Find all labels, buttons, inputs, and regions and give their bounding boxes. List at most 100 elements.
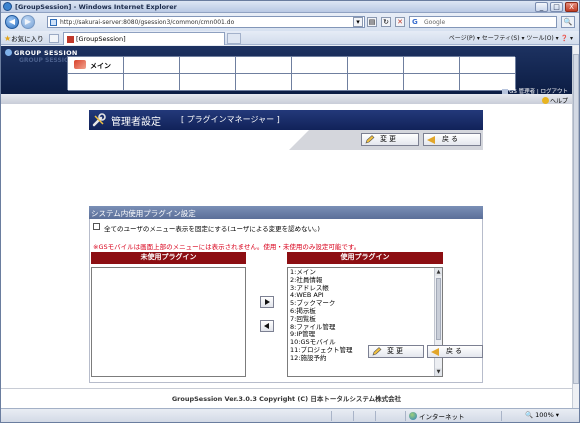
address-toolbar: ◀ ▶ http://sakurai-server:8080/gsession3…	[1, 13, 579, 31]
window-title-bar: [GroupSession] - Windows Internet Explor…	[1, 1, 579, 13]
title-tab-shape	[89, 130, 289, 150]
copyright: GroupSession Ver.3.0.3 Copyright (C) 日本ト…	[171, 395, 402, 403]
close-window-button[interactable]: X	[565, 2, 578, 12]
command-bar[interactable]: ページ(P) ▾ セーフティ(S) ▾ ツール(O) ▾ ❓ ▾	[449, 33, 573, 42]
security-zone-label: インターネット	[419, 413, 465, 421]
pencil-icon	[365, 135, 375, 144]
menu-cell	[236, 74, 292, 91]
top-button-bar: 変更 戻る	[89, 130, 483, 150]
search-input[interactable]: G Google	[409, 16, 557, 28]
zoom-control[interactable]: 🔍 100% ▾	[525, 411, 559, 419]
stop-icon[interactable]: ✕	[395, 17, 405, 27]
change-button-label: 変更	[380, 135, 398, 143]
forward-button[interactable]: ▶	[21, 15, 35, 29]
page-subtitle: [ プラグインマネージャー ]	[181, 115, 280, 124]
favorites-label: お気に入り	[11, 35, 44, 43]
tab-title: [GroupSession]	[76, 35, 126, 43]
favorites-button[interactable]: ★お気に入り	[4, 33, 44, 43]
status-divider	[375, 411, 376, 421]
section-header: システム内使用プラグイン設定	[89, 206, 483, 219]
status-divider	[501, 411, 502, 421]
unused-plugins-list[interactable]	[91, 267, 246, 377]
search-placeholder: Google	[424, 19, 446, 26]
tab-favicon	[67, 36, 74, 43]
menu-cell	[68, 74, 124, 91]
plugin-settings-body: 全てのユーザのメニュー表示を固定にする(ユーザによる変更を認めない。) ※GSモ…	[89, 219, 483, 383]
back-button-top[interactable]: 戻る	[423, 133, 481, 146]
search-button[interactable]: 🔍	[561, 16, 575, 28]
status-bar: インターネット 🔍 100% ▾	[1, 408, 579, 422]
used-list-scrollbar[interactable]: ▲ ▼	[434, 268, 442, 376]
browser-window: [GroupSession] - Windows Internet Explor…	[0, 0, 580, 423]
arrow-left-icon	[264, 323, 269, 329]
menu-cell	[180, 57, 236, 74]
internet-explorer-icon	[3, 2, 12, 11]
menu-cell	[292, 57, 348, 74]
page-title-panel: 管理者設定 [ プラグインマネージャー ]	[89, 110, 483, 130]
used-plugins-list[interactable]: 1:メイン 2:社員情報 3:アドレス帳 4:WEB API 5:ブックマーク 6:掲示板…	[287, 267, 443, 377]
address-dropdown-icon[interactable]: ▾	[353, 17, 363, 27]
tab-list-icon[interactable]	[49, 34, 59, 43]
scroll-thumb[interactable]	[436, 278, 441, 340]
arrow-right-icon	[265, 299, 270, 305]
help-link[interactable]: ヘルプ	[541, 96, 568, 105]
back-button-label: 戻る	[442, 135, 460, 143]
scroll-up-icon[interactable]: ▲	[435, 268, 442, 276]
refresh-icon[interactable]: ↻	[381, 17, 391, 27]
back-button-bottom[interactable]: 戻る	[427, 345, 483, 358]
main-menu-icon	[74, 60, 86, 69]
address-url: http://sakurai-server:8080/gsession3/com…	[60, 19, 235, 26]
back-arrow-icon	[427, 136, 435, 144]
google-icon: G	[412, 18, 421, 27]
change-button-label: 変更	[387, 347, 405, 355]
back-button-label: 戻る	[446, 347, 464, 355]
gs-header: GROUP SESSION GROUP SESSION メイン GS 管理者 |…	[1, 46, 572, 95]
page-viewport: GROUP SESSION GROUP SESSION メイン GS 管理者 |…	[1, 46, 572, 408]
status-divider	[405, 411, 406, 421]
help-label: ヘルプ	[549, 98, 568, 105]
gs-subbar	[1, 94, 572, 104]
window-title: [GroupSession] - Windows Internet Explor…	[15, 3, 177, 11]
menu-cell	[180, 74, 236, 91]
menu-cell	[292, 74, 348, 91]
unused-plugin-items	[92, 268, 245, 270]
logo-icon	[5, 49, 12, 56]
page-scrollbar[interactable]	[572, 46, 579, 408]
menu-cell	[124, 57, 180, 74]
menu-item-main[interactable]: メイン	[68, 57, 124, 74]
back-button[interactable]: ◀	[5, 15, 19, 29]
maximize-button[interactable]: □	[550, 2, 563, 12]
fix-menu-checkbox[interactable]	[93, 223, 100, 230]
globe-icon	[409, 412, 417, 420]
scroll-down-icon[interactable]: ▼	[435, 368, 442, 376]
menu-cell	[460, 57, 516, 74]
menu-cell	[236, 57, 292, 74]
tab-row: ★お気に入り [GroupSession] ページ(P) ▾ セーフティ(S) …	[1, 31, 579, 45]
move-left-button[interactable]	[260, 320, 274, 332]
page-icon	[50, 19, 57, 26]
used-plugins-header: 使用プラグイン	[287, 252, 443, 264]
menu-cell	[348, 74, 404, 91]
unused-plugins-header: 未使用プラグイン	[91, 252, 246, 264]
new-tab-button[interactable]	[227, 33, 241, 44]
status-divider	[331, 411, 332, 421]
status-divider	[353, 411, 354, 421]
compatibility-icon[interactable]: ▤	[367, 17, 377, 27]
menu-main-label: メイン	[90, 62, 111, 70]
change-button-bottom[interactable]: 変更	[368, 345, 424, 358]
menu-cell	[348, 57, 404, 74]
tab-groupsession[interactable]: [GroupSession]	[63, 32, 225, 45]
security-zone[interactable]: インターネット	[409, 411, 465, 421]
plugin-menu-grid: メイン	[67, 56, 516, 91]
move-right-button[interactable]	[260, 296, 274, 308]
help-icon	[541, 97, 549, 104]
mobile-note: ※GSモバイルは画面上部のメニューには表示されません。使用・未使用のみ設定可能で…	[93, 243, 361, 251]
fix-menu-checkbox-label[interactable]: 全てのユーザのメニュー表示を固定にする(ユーザによる変更を認めない。)	[104, 223, 320, 233]
address-bar[interactable]: http://sakurai-server:8080/gsession3/com…	[47, 16, 365, 28]
change-button-top[interactable]: 変更	[361, 133, 419, 146]
minimize-button[interactable]: _	[535, 2, 548, 12]
page-scroll-thumb[interactable]	[573, 54, 579, 384]
wrench-icon	[92, 113, 106, 127]
menu-cell	[124, 74, 180, 91]
back-arrow-icon	[431, 348, 439, 356]
